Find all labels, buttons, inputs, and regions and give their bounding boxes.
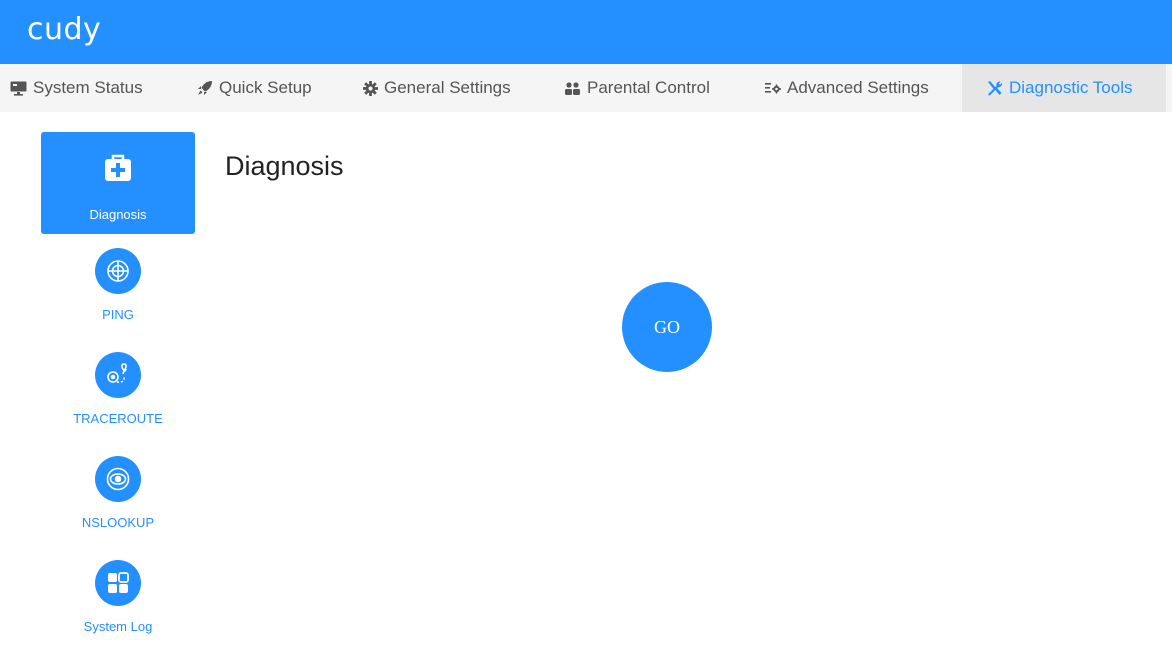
nav-label: Quick Setup [219,78,312,97]
sidebar-item-traceroute[interactable]: TRACEROUTE [41,352,195,442]
nav-quick-setup[interactable]: Quick Setup [197,64,312,112]
sidebar-icon-circle [95,456,141,502]
sidebar-item-nslookup[interactable]: NSLOOKUP [41,456,195,546]
sidebar-icon-circle [95,560,141,606]
medical-kit-icon [105,154,131,181]
eye-target-icon [106,467,130,491]
users-icon [565,81,580,95]
sidebar-item-label: System Log [83,619,153,634]
grid-icon [108,572,129,593]
wrench-screwdriver-icon [988,80,1003,96]
nav-label: Advanced Settings [787,78,929,97]
sidebar-item-label: NSLOOKUP [81,515,155,530]
main-nav: System Status Quick Setup General Settin… [0,64,1172,112]
sidebar-item-diagnosis[interactable]: Diagnosis [41,132,195,234]
page-title: Diagnosis [225,151,344,181]
rocket-icon [198,81,212,95]
top-bar: cudy [0,0,1172,64]
sidebar-item-label: Diagnosis [89,207,147,222]
list-gear-icon [765,83,781,94]
nav-label: Diagnostic Tools [1009,78,1133,97]
nav-general-settings[interactable]: General Settings [363,64,511,112]
sidebar-icon-circle [95,352,141,398]
nav-system-status[interactable]: System Status [10,64,143,112]
sidebar-item-label: TRACEROUTE [73,411,163,426]
sidebar-item-ping[interactable]: PING [41,248,195,338]
sidebar-item-label: PING [102,307,134,322]
nav-label: General Settings [384,78,511,97]
sidebar-item-system-log[interactable]: System Log [41,560,195,650]
cudy-logo[interactable]: cudy [27,12,101,48]
route-icon [107,363,127,384]
nav-label: System Status [33,78,143,97]
nav-label: Parental Control [587,78,710,97]
nav-advanced-settings[interactable]: Advanced Settings [765,64,929,112]
globe-target-icon [107,260,129,282]
gear-icon [363,80,378,96]
nav-parental-control[interactable]: Parental Control [564,64,710,112]
go-button[interactable]: GO [622,282,712,372]
nav-diagnostic-tools[interactable]: Diagnostic Tools [962,64,1166,112]
sidebar-icon-circle [95,248,141,294]
monitor-icon [10,81,27,96]
